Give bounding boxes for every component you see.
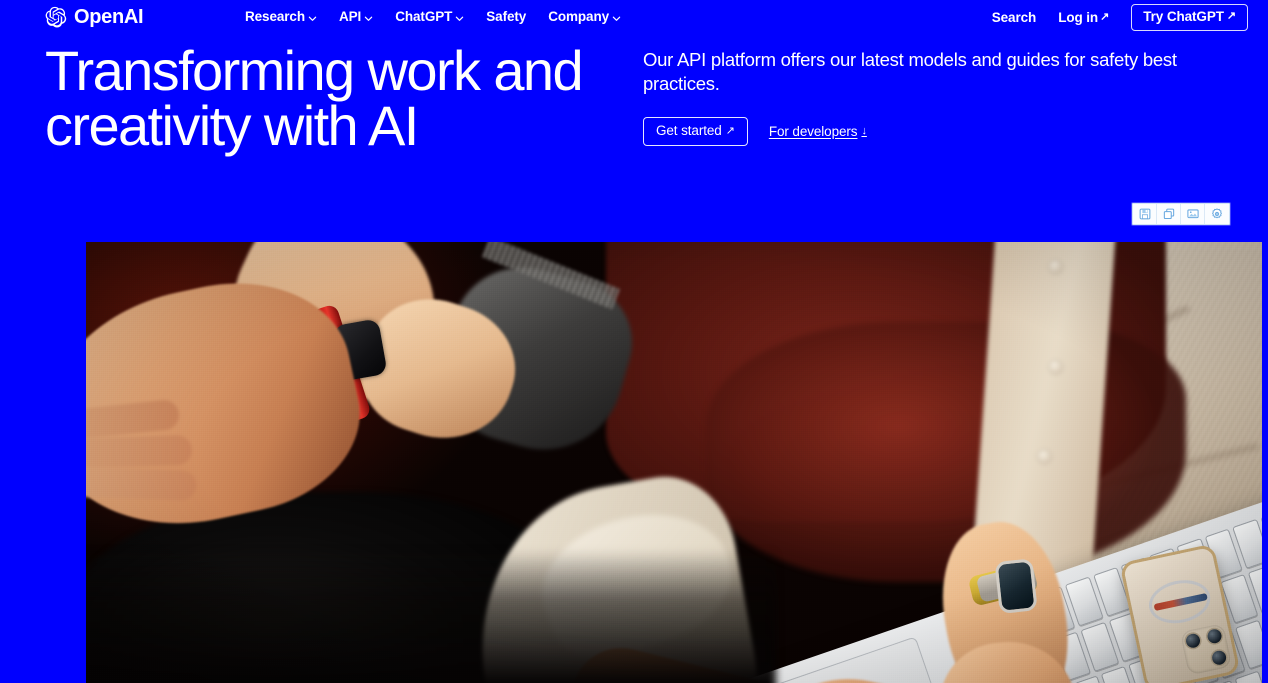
photo-finger [86, 465, 198, 501]
chevron-down-icon [612, 14, 621, 23]
get-started-label: Get started [656, 123, 722, 138]
nav-item-company[interactable]: Company [548, 7, 621, 27]
arrow-up-right-icon: ↗ [1226, 10, 1236, 22]
get-started-button[interactable]: Get started ↗ [643, 117, 748, 146]
photo-shirt-button [1037, 449, 1052, 464]
nav-actions: Search Log in ↗ Try ChatGPT ↗ [991, 3, 1248, 31]
copy-icon[interactable] [1157, 204, 1181, 224]
hero-subtitle: Our API platform offers our latest model… [643, 49, 1177, 94]
openai-logo-icon [45, 6, 67, 28]
for-developers-label: For developers [768, 124, 858, 139]
primary-navigation: OpenAI Research API ChatGPT Safety Compa… [0, 0, 1268, 34]
brand-logo-link[interactable]: OpenAI [45, 5, 144, 29]
nav-item-chatgpt[interactable]: ChatGPT [395, 7, 464, 27]
photo-maroon-shirt-highlight [706, 322, 1186, 582]
nav-item-safety[interactable]: Safety [486, 7, 526, 27]
arrow-up-right-icon: ↗ [1100, 10, 1110, 23]
photo-watch-face [994, 558, 1038, 614]
chevron-down-icon [364, 14, 373, 23]
settings-icon[interactable] [1205, 204, 1229, 224]
nav-item-label: API [339, 9, 362, 24]
search-label: Search [991, 9, 1037, 25]
picture-icon[interactable] [1181, 204, 1205, 224]
try-chatgpt-label: Try ChatGPT [1143, 8, 1224, 24]
photo-bottom-shadow [86, 549, 776, 683]
page-title: Transforming work and creativity with AI [45, 39, 584, 157]
nav-menu: Research API ChatGPT Safety Company [245, 6, 621, 28]
nav-item-research[interactable]: Research [245, 7, 317, 27]
photo-phone-camera [1179, 623, 1233, 676]
search-button[interactable]: Search [991, 9, 1037, 25]
hero-copy-column: Our API platform offers our latest model… [643, 48, 1223, 146]
try-chatgpt-button[interactable]: Try ChatGPT ↗ [1131, 3, 1248, 31]
photo-shirt-button [1048, 260, 1063, 275]
nav-item-label: Research [245, 9, 305, 24]
arrow-up-right-icon: ↗ [725, 124, 735, 137]
brand-name: OpenAI [74, 6, 144, 28]
hero-actions: Get started ↗ For developers ↓ [643, 117, 1223, 146]
image-toolbar [1132, 203, 1230, 225]
photo-phone-sticker [1144, 574, 1215, 629]
save-icon[interactable] [1133, 204, 1157, 224]
chevron-down-icon [455, 14, 464, 23]
photo-finger [86, 434, 193, 471]
nav-item-label: ChatGPT [395, 9, 453, 24]
hero-section: Transforming work and creativity with AI… [0, 34, 1268, 202]
hero-image-canvas [86, 242, 1262, 683]
arrow-down-icon: ↓ [861, 125, 867, 137]
chevron-down-icon [308, 14, 317, 23]
photo-shirt-button [1048, 360, 1063, 375]
nav-item-label: Safety [486, 9, 527, 24]
hero-image [86, 242, 1262, 683]
openai-homepage: OpenAI Research API ChatGPT Safety Compa… [0, 0, 1268, 683]
login-link[interactable]: Log in ↗ [1058, 10, 1109, 25]
login-label: Log in [1058, 9, 1099, 25]
nav-item-label: Company [548, 9, 610, 24]
for-developers-link[interactable]: For developers ↓ [769, 124, 867, 139]
nav-item-api[interactable]: API [339, 7, 373, 27]
